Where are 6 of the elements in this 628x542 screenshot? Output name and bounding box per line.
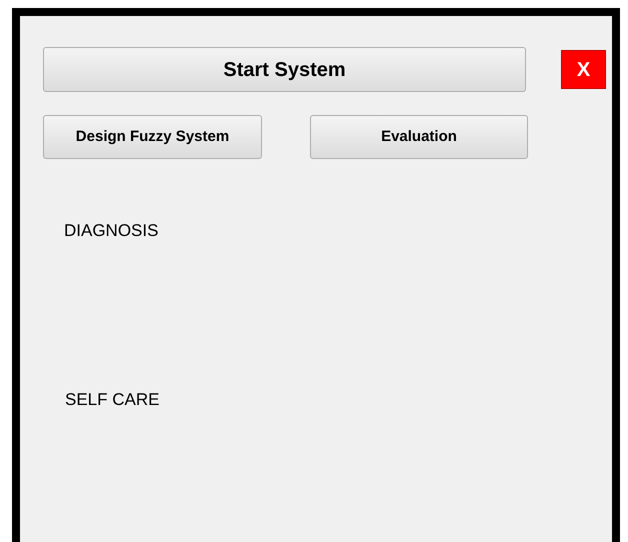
action-button[interactable]: Evaluation <box>310 115 528 159</box>
close-button[interactable]: X <box>561 50 606 89</box>
section-label: SELF CARE <box>65 390 160 410</box>
start-system-button[interactable]: Start System <box>43 47 526 92</box>
action-button[interactable]: Design Fuzzy System <box>43 115 262 159</box>
section-label: DIAGNOSIS <box>64 221 158 241</box>
